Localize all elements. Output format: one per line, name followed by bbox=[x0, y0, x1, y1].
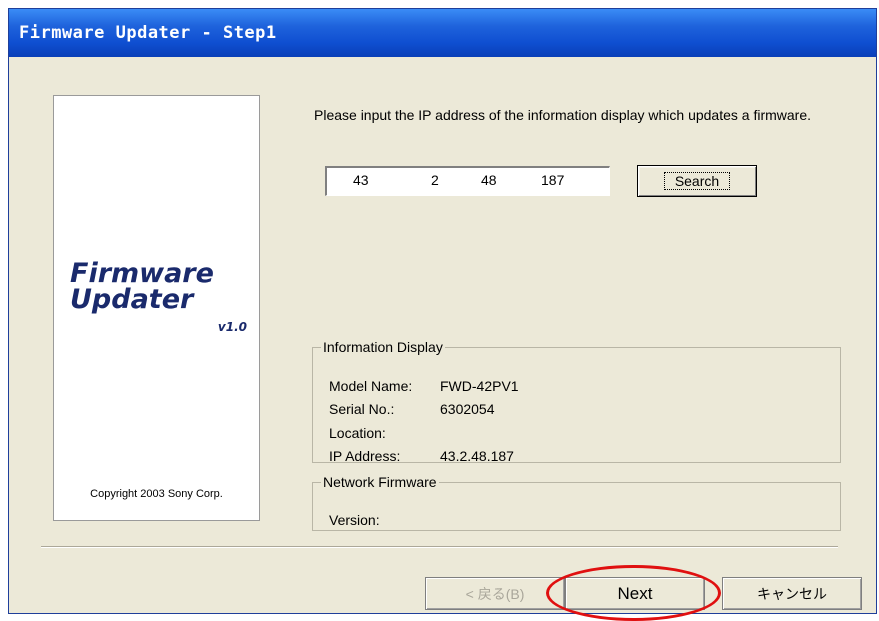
ip-octet-3[interactable]: 48 bbox=[481, 172, 497, 188]
serial-no-label: Serial No.: bbox=[329, 401, 395, 417]
info-row-serial-no: Serial No.: 6302054 bbox=[329, 401, 495, 417]
footer-divider bbox=[41, 546, 838, 548]
network-firmware-legend: Network Firmware bbox=[323, 474, 437, 490]
information-display-legend: Information Display bbox=[323, 339, 443, 355]
ip-address-input[interactable]: 43 2 48 187 bbox=[325, 166, 610, 196]
back-button[interactable]: < 戻る(B) bbox=[425, 577, 565, 610]
network-firmware-group: Network Firmware Version: bbox=[312, 474, 841, 531]
info-row-ip-address: IP Address: 43.2.48.187 bbox=[329, 448, 514, 464]
model-name-value: FWD-42PV1 bbox=[440, 378, 519, 394]
model-name-label: Model Name: bbox=[329, 378, 413, 394]
title-bar[interactable]: Firmware Updater - Step1 bbox=[9, 9, 876, 57]
info-row-version: Version: bbox=[329, 512, 380, 528]
next-button[interactable]: Next bbox=[565, 577, 705, 610]
info-row-model-name: Model Name: FWD-42PV1 bbox=[329, 378, 519, 394]
copyright-text: Copyright 2003 Sony Corp. bbox=[90, 488, 223, 500]
logo-version: v1.0 bbox=[217, 320, 247, 334]
info-row-location: Location: bbox=[329, 425, 386, 441]
logo-panel: Firmware Updater v1.0 Copyright 2003 Son… bbox=[53, 95, 260, 521]
ip-address-label: IP Address: bbox=[329, 448, 401, 464]
logo-line-2: Updater bbox=[70, 284, 194, 315]
ip-octet-4[interactable]: 187 bbox=[541, 172, 564, 188]
dialog-window: Firmware Updater - Step1 Firmware Update… bbox=[8, 8, 877, 621]
search-button[interactable]: Search bbox=[637, 165, 757, 197]
ip-octet-2[interactable]: 2 bbox=[431, 172, 439, 188]
ip-address-value: 43.2.48.187 bbox=[440, 448, 514, 464]
cancel-button[interactable]: キャンセル bbox=[722, 577, 862, 610]
product-logo: Firmware Updater bbox=[70, 260, 214, 315]
location-label: Location: bbox=[329, 425, 386, 441]
search-button-label: Search bbox=[663, 172, 731, 190]
version-label: Version: bbox=[329, 512, 380, 528]
serial-no-value: 6302054 bbox=[440, 401, 495, 417]
ip-octet-1[interactable]: 43 bbox=[353, 172, 369, 188]
instruction-text: Please input the IP address of the infor… bbox=[314, 107, 812, 123]
information-display-group: Information Display Model Name: FWD-42PV… bbox=[312, 339, 841, 464]
